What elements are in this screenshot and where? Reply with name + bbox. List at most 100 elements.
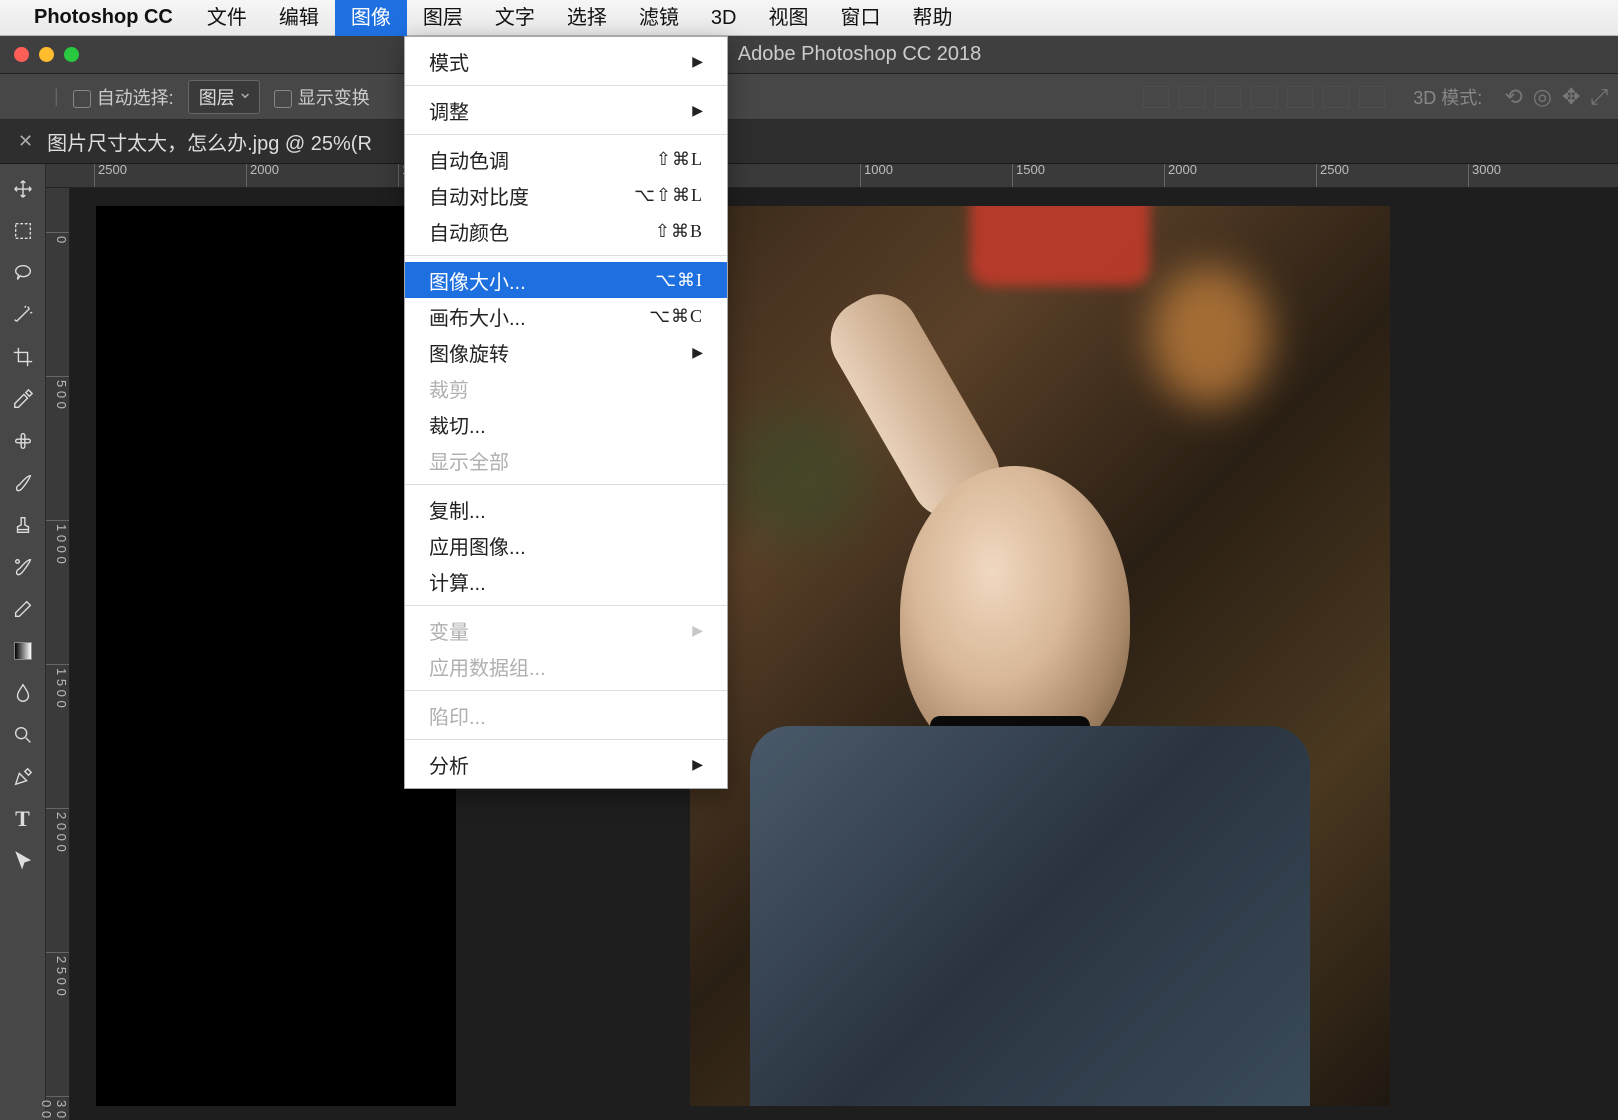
app-name[interactable]: Photoshop CC xyxy=(34,6,173,29)
menu-图像[interactable]: 图像 xyxy=(335,0,407,36)
menu-separator xyxy=(405,255,727,256)
document-photo xyxy=(690,206,1390,1106)
move-3d-icon[interactable]: ✥ xyxy=(1562,84,1580,110)
vertical-ruler[interactable]: 05 0 01 0 0 01 5 0 02 0 0 02 5 0 03 0 0 … xyxy=(46,188,70,1120)
menu-item-label: 模式 xyxy=(429,47,469,76)
pen-tool[interactable] xyxy=(4,758,42,796)
menu-shortcut: ⌥⌘C xyxy=(649,306,703,327)
align-bottom-button[interactable] xyxy=(1323,86,1349,108)
ruler-tick: 1500 xyxy=(1012,164,1045,187)
ruler-tick: 2000 xyxy=(1164,164,1197,187)
menu-item-label: 自动对比度 xyxy=(429,181,529,210)
ruler-tick: 5 0 0 xyxy=(46,376,69,409)
document-tab-label[interactable]: 图片尺寸太大，怎么办.jpg @ 25%(R xyxy=(47,127,372,156)
menu-item-调整[interactable]: 调整 xyxy=(405,92,727,128)
scale-3d-icon[interactable]: ⤢ xyxy=(1590,84,1608,110)
align-left-button[interactable] xyxy=(1143,86,1169,108)
ruler-tick: 2 0 0 0 xyxy=(46,808,69,852)
menu-选择[interactable]: 选择 xyxy=(551,0,623,36)
menu-item-计算[interactable]: 计算... xyxy=(405,563,727,599)
menu-item-应用图像[interactable]: 应用图像... xyxy=(405,527,727,563)
move-tool-icon[interactable] xyxy=(10,82,40,112)
ruler-tick: 1 5 0 0 xyxy=(46,664,69,708)
menu-separator xyxy=(405,484,727,485)
marquee-tool[interactable] xyxy=(4,212,42,250)
align-center-h-button[interactable] xyxy=(1179,86,1205,108)
align-buttons xyxy=(1143,86,1385,108)
menu-item-图像大小[interactable]: 图像大小...⌥⌘I xyxy=(405,262,727,298)
eraser-tool[interactable] xyxy=(4,590,42,628)
options-bar: | 自动选择: 图层 显示变换 3D 模式: ⟲ ◎ ✥ ⤢ xyxy=(0,74,1618,120)
menu-item-自动颜色[interactable]: 自动颜色⇧⌘B xyxy=(405,213,727,249)
menu-滤镜[interactable]: 滤镜 xyxy=(623,0,695,36)
eyedropper-tool[interactable] xyxy=(4,380,42,418)
tools-panel: T xyxy=(0,164,46,1120)
ruler-tick: 2000 xyxy=(246,164,279,187)
magic-wand-tool[interactable] xyxy=(4,296,42,334)
menu-item-图像旋转[interactable]: 图像旋转 xyxy=(405,334,727,370)
menu-item-label: 图像旋转 xyxy=(429,338,509,367)
menu-item-label: 调整 xyxy=(429,96,469,125)
ruler-tick: 3 0 0 0 xyxy=(46,1096,69,1120)
align-right-button[interactable] xyxy=(1215,86,1241,108)
menu-文件[interactable]: 文件 xyxy=(191,0,263,36)
menu-shortcut: ⌥⇧⌘L xyxy=(634,185,703,206)
ruler-tick: 3000 xyxy=(1468,164,1501,187)
threed-mode-label: 3D 模式: xyxy=(1413,84,1482,110)
menu-文字[interactable]: 文字 xyxy=(479,0,551,36)
menu-item-label: 自动颜色 xyxy=(429,217,509,246)
zoom-window-button[interactable] xyxy=(64,47,79,62)
path-selection-tool[interactable] xyxy=(4,842,42,880)
show-transform-checkbox[interactable]: 显示变换 xyxy=(274,84,370,110)
menu-item-画布大小[interactable]: 画布大小...⌥⌘C xyxy=(405,298,727,334)
horizontal-ruler[interactable]: 25002000150010001500200025003000 xyxy=(46,164,1618,188)
layer-group-select[interactable]: 图层 xyxy=(188,80,260,114)
pan-icon[interactable]: ◎ xyxy=(1533,84,1552,110)
menu-separator xyxy=(405,134,727,135)
healing-brush-tool[interactable] xyxy=(4,422,42,460)
menu-item-label: 自动色调 xyxy=(429,145,509,174)
crop-tool[interactable] xyxy=(4,338,42,376)
menu-item-label: 应用数据组... xyxy=(429,652,546,681)
menu-item-label: 分析 xyxy=(429,750,469,779)
menu-item-自动色调[interactable]: 自动色调⇧⌘L xyxy=(405,141,727,177)
align-center-v-button[interactable] xyxy=(1287,86,1313,108)
menu-图层[interactable]: 图层 xyxy=(407,0,479,36)
type-tool[interactable]: T xyxy=(4,800,42,838)
menu-视图[interactable]: 视图 xyxy=(752,0,824,36)
brush-tool[interactable] xyxy=(4,464,42,502)
menu-item-label: 复制... xyxy=(429,495,486,524)
close-tab-button[interactable]: ✕ xyxy=(18,131,33,152)
lasso-tool[interactable] xyxy=(4,254,42,292)
menu-窗口[interactable]: 窗口 xyxy=(824,0,896,36)
menu-item-复制[interactable]: 复制... xyxy=(405,491,727,527)
menu-item-裁剪: 裁剪 xyxy=(405,370,727,406)
close-window-button[interactable] xyxy=(14,47,29,62)
gradient-tool[interactable] xyxy=(4,632,42,670)
menu-编辑[interactable]: 编辑 xyxy=(263,0,335,36)
distribute-button[interactable] xyxy=(1359,86,1385,108)
menu-3D[interactable]: 3D xyxy=(695,0,753,36)
auto-select-checkbox[interactable]: 自动选择: xyxy=(73,84,174,110)
menu-item-裁切[interactable]: 裁切... xyxy=(405,406,727,442)
clone-stamp-tool[interactable] xyxy=(4,506,42,544)
minimize-window-button[interactable] xyxy=(39,47,54,62)
menu-item-自动对比度[interactable]: 自动对比度 ⌥⇧⌘L xyxy=(405,177,727,213)
ruler-tick: 1000 xyxy=(860,164,893,187)
menu-item-分析[interactable]: 分析 xyxy=(405,746,727,782)
menu-item-label: 计算... xyxy=(429,567,486,596)
canvas-area[interactable] xyxy=(70,188,1618,1120)
menu-item-模式[interactable]: 模式 xyxy=(405,43,727,79)
auto-select-label: 自动选择: xyxy=(97,88,174,108)
move-tool[interactable] xyxy=(4,170,42,208)
history-brush-tool[interactable] xyxy=(4,548,42,586)
orbit-icon[interactable]: ⟲ xyxy=(1504,84,1522,110)
menu-帮助[interactable]: 帮助 xyxy=(896,0,968,36)
menu-item-label: 裁切... xyxy=(429,410,486,439)
align-top-button[interactable] xyxy=(1251,86,1277,108)
menu-item-应用数据组: 应用数据组... xyxy=(405,648,727,684)
dodge-tool[interactable] xyxy=(4,716,42,754)
blur-tool[interactable] xyxy=(4,674,42,712)
menu-item-显示全部: 显示全部 xyxy=(405,442,727,478)
menu-separator xyxy=(405,739,727,740)
